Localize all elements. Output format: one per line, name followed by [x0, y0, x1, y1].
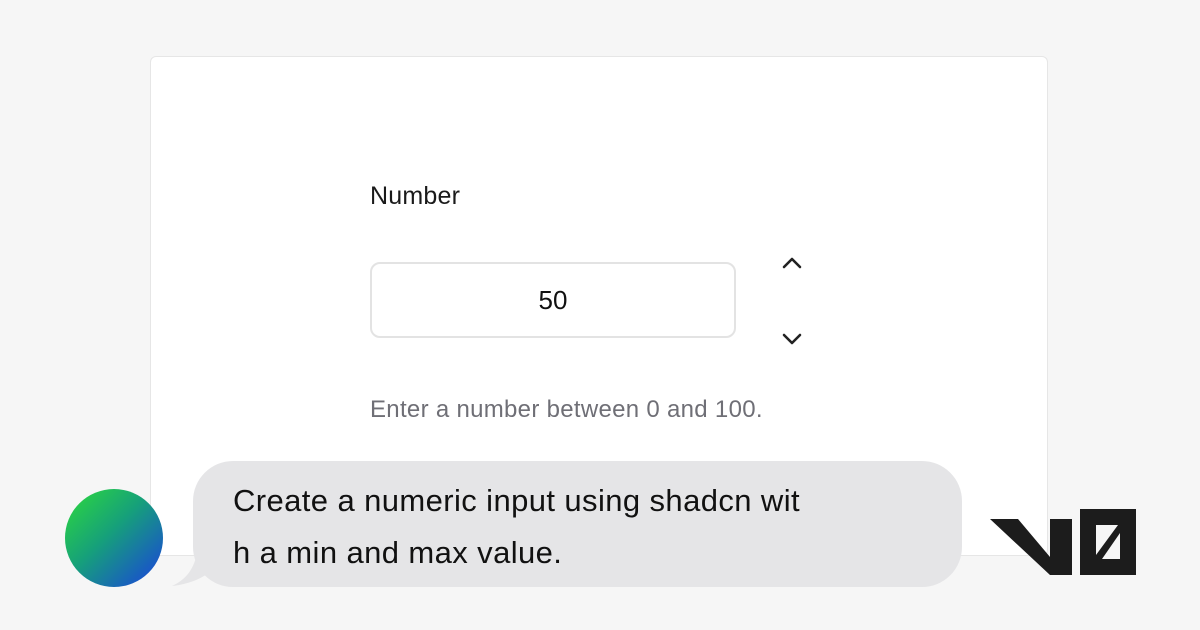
number-input[interactable]: 50 [370, 262, 736, 338]
v0-logo [990, 509, 1136, 575]
number-label: Number [370, 182, 461, 210]
increment-button[interactable] [776, 247, 808, 279]
message-line: Create a numeric input using shadcn wit [233, 483, 801, 518]
helper-text: Enter a number between 0 and 100. [370, 396, 763, 423]
chevron-up-icon [782, 257, 802, 269]
chat-message-bubble: Create a numeric input using shadcn wit … [193, 461, 962, 587]
user-avatar [65, 489, 163, 587]
message-line: h a min and max value. [233, 535, 563, 570]
number-value: 50 [538, 284, 568, 315]
chevron-down-icon [782, 333, 802, 345]
decrement-button[interactable] [776, 323, 808, 355]
